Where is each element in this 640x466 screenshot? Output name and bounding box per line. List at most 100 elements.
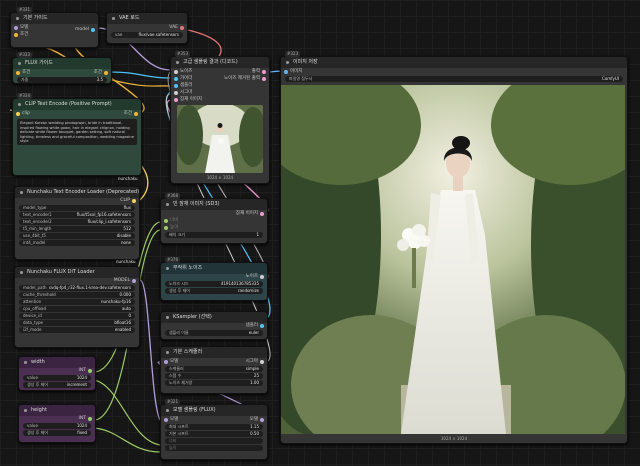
node-title: Nunchaku Text Encoder Loader (Deprecated… — [15, 187, 139, 198]
node-flux-guidance[interactable]: FLUX 가이드 조건 가중 3.5 조건 — [12, 57, 112, 84]
base-shift-field[interactable]: 기본 시프트 0.50 — [165, 431, 263, 437]
attention-field[interactable]: attention nunchaku-fp16 — [19, 299, 135, 305]
node-basic-scheduler[interactable]: 기본 스케줄러 모델 시그마 스케줄러 simple 스텝 수 25 노이즈 제거양… — [160, 346, 268, 394]
model-type-field[interactable]: model_type flux — [19, 205, 135, 211]
input-slot-height[interactable]: 높이 — [161, 224, 267, 231]
node-clip-text-encode[interactable]: CLIP Text Encode (Positive Prompt) clip … — [12, 98, 142, 176]
node-id-badge: #331 — [17, 7, 32, 13]
node-source-label: nunchaku — [118, 176, 138, 181]
node-id-badge: #323 — [285, 51, 300, 57]
wedding-photo-image — [281, 85, 625, 434]
data-type-field[interactable]: data_type bfloat16 — [19, 320, 135, 326]
node-title: 기본 가이드 — [11, 13, 98, 24]
output-image — [281, 85, 625, 434]
node-basic-guider[interactable]: 기본 가이드 모델 조건 model — [10, 12, 99, 48]
output-slot-int[interactable]: INT — [19, 368, 95, 374]
noise-seed-field[interactable]: 노이즈 시드 419140136785335 — [165, 281, 263, 287]
cpu-offload-field[interactable]: cpu_offload auto — [19, 306, 135, 312]
scheduler-field[interactable]: 스케줄러 simple — [165, 366, 263, 372]
input-slot-sigmas[interactable]: 시그마 — [171, 89, 269, 96]
preview-image — [177, 105, 263, 173]
node-random-noise[interactable]: 무작위 노이즈 노이즈 노이즈 시드 419140136785335 생성 후 제… — [160, 262, 268, 301]
input-slot-model[interactable]: 모델 — [161, 416, 178, 423]
node-id-badge: #334 — [17, 93, 32, 99]
node-text-encoder-loader[interactable]: Nunchaku Text Encoder Loader (Deprecated… — [14, 186, 140, 260]
node-title: 모델 샘플링 (FLUX) — [161, 405, 267, 416]
link-int — [93, 427, 161, 453]
node-width[interactable]: width INT value 1024 생성 후 제어 increment — [18, 356, 96, 391]
node-id-badge: #368 — [165, 193, 180, 199]
node-empty-latent[interactable]: 빈 잠재 이미지 (SD3) 잠재 이미지 너비 높이 배치 크기 1 — [160, 198, 268, 244]
input-slot-sampler[interactable]: 샘플러 — [171, 82, 269, 89]
node-title: 빈 잠재 이미지 (SD3) — [161, 199, 267, 210]
output-slot-sampler[interactable]: 샘플러 — [161, 323, 267, 329]
i2f-mode-field[interactable]: i2f_mode enabled — [19, 327, 135, 333]
max-shift-field[interactable]: 최대 시프트 1.15 — [165, 424, 263, 430]
node-ksampler-select[interactable]: KSampler (선택) 샘플러 샘플러 이름 euler — [160, 311, 268, 340]
sampler-name-field[interactable]: 샘플러 이름 euler — [165, 330, 263, 336]
preview-size-label: 1024 × 1024 — [206, 175, 234, 180]
prompt-textarea[interactable]: Elegant Korean wedding photograph, bride… — [17, 119, 137, 145]
output-slot-conditioning[interactable]: 조건 — [124, 110, 141, 117]
t5-min-length-field[interactable]: t5_min_length 512 — [19, 226, 135, 232]
height-input-field[interactable]: 높이 — [165, 445, 263, 451]
output-slot-conditioning[interactable]: 조건 — [94, 69, 111, 76]
node-title: 이미지 저장 — [281, 57, 627, 68]
link-guider — [109, 71, 171, 79]
input-slot-latent[interactable]: 잠재 이미지 — [171, 96, 269, 103]
vae-name-field[interactable]: vae flux/vae.safetensors — [111, 32, 183, 38]
node-title: VAE 로드 — [107, 13, 187, 24]
node-title: 무작위 노이즈 — [161, 263, 267, 274]
guidance-field[interactable]: 가중 3.5 — [17, 77, 107, 83]
output-slot-denoised[interactable]: 노이즈 제거된 출력 — [224, 75, 269, 82]
input-slot-width[interactable]: 너비 — [161, 217, 267, 224]
text-encoder2-field[interactable]: text_encoder2 flux/clip_l.safetensors — [19, 219, 135, 225]
image-size-label: 1024 × 1024 — [440, 436, 468, 441]
use-4bit-t5-field[interactable]: use_4bit_t5 disable — [19, 233, 135, 239]
output-slot-vae[interactable]: VAE — [107, 24, 187, 31]
output-slot-guider[interactable]: model — [75, 26, 98, 33]
batch-size-field[interactable]: 배치 크기 1 — [165, 232, 263, 238]
width-control-field[interactable]: 생성 후 제어 increment — [23, 382, 91, 388]
node-advanced-sampler[interactable]: 고급 샘플링 결과 (디코드) 노이즈 가이더 샘플러 시그마 잠재 이미지 출… — [170, 56, 270, 184]
node-title: width — [19, 357, 95, 368]
node-source-label: nunchaku — [116, 259, 136, 264]
node-id-badge: #333 — [17, 52, 32, 58]
output-slot-int[interactable]: INT — [19, 416, 95, 422]
output-slot-output[interactable]: 출력 — [252, 68, 269, 75]
text-encoder1-field[interactable]: text_encoder1 flux/t5xxl_fp16.safetensors — [19, 212, 135, 218]
denoise-field[interactable]: 노이즈 제거양 1.00 — [165, 380, 263, 386]
steps-field[interactable]: 스텝 수 25 — [165, 373, 263, 379]
node-id-badge: #353 — [175, 51, 190, 57]
node-title: Nunchaku FLUX DiT Loader — [15, 267, 139, 278]
input-slot-image[interactable]: 이미지 — [281, 68, 627, 75]
cache-threshold-field[interactable]: cache_threshold 0.000 — [19, 292, 135, 298]
height-control-field[interactable]: 생성 후 제어 fixed — [23, 430, 91, 436]
output-slot-latent[interactable]: 잠재 이미지 — [161, 210, 267, 217]
node-title: 고급 샘플링 결과 (디코드) — [171, 57, 269, 68]
model-path-field[interactable]: model_path svdq-fp4_r32-flux.1-krea-dev.s… — [19, 285, 135, 291]
input-slot-model[interactable]: 모델 — [161, 358, 178, 365]
output-slot-model[interactable]: MODEL — [15, 278, 139, 284]
node-height[interactable]: height INT value 1024 생성 후 제어 fixed — [18, 404, 96, 443]
input-slot-clip[interactable]: clip — [13, 110, 141, 117]
device-id-field[interactable]: device_id 0 — [19, 313, 135, 319]
height-value-field[interactable]: value 1024 — [23, 423, 91, 429]
node-vae-loader[interactable]: VAE 로드 VAE vae flux/vae.safetensors — [106, 12, 188, 44]
node-model-sampling-flux[interactable]: 모델 샘플링 (FLUX) 모델 모델 최대 시프트 1.15 기본 시프트 0.5… — [160, 404, 268, 460]
output-slot-noise[interactable]: 노이즈 — [161, 274, 267, 280]
link-model — [139, 279, 161, 421]
output-slot-model[interactable]: 모델 — [250, 416, 267, 423]
control-after-generate-field[interactable]: 생성 후 제어 randomize — [165, 288, 263, 294]
output-slot-clip[interactable]: CLIP — [15, 198, 139, 204]
filename-prefix-field[interactable]: 파일명 접두사 ComfyUI — [285, 76, 623, 82]
int4-model-field[interactable]: int4_model none — [19, 240, 135, 246]
node-dit-loader[interactable]: Nunchaku FLUX DiT Loader MODEL model_pat… — [14, 266, 140, 348]
width-value-field[interactable]: value 1024 — [23, 375, 91, 381]
node-title: FLUX 가이드 — [13, 58, 111, 69]
width-input-field[interactable]: 너비 — [165, 438, 263, 444]
output-slot-sigmas[interactable]: 시그마 — [246, 358, 267, 365]
node-title: CLIP Text Encode (Positive Prompt) — [13, 99, 141, 110]
node-id-badge: #321 — [165, 399, 180, 405]
node-id-badge: #376 — [165, 257, 180, 263]
